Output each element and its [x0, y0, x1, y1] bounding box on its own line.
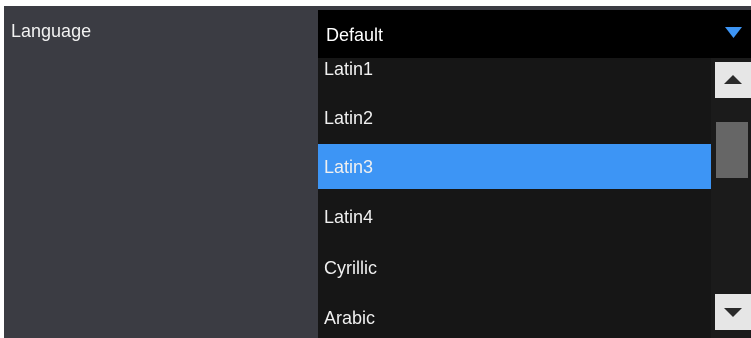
language-option-cyrillic[interactable]: Cyrillic [318, 245, 711, 290]
language-option-arabic[interactable]: Arabic [318, 295, 711, 338]
language-option-latin2[interactable]: Latin2 [318, 95, 711, 140]
language-dropdown-list[interactable]: Latin1 Latin2 Latin3 Latin4 Cyrillic Ara… [318, 58, 711, 338]
language-select-value: Default [326, 25, 384, 45]
language-label: Language [11, 21, 92, 41]
scroll-up-icon [724, 75, 742, 84]
scroll-down-button[interactable] [715, 294, 751, 330]
language-option-latin3[interactable]: Latin3 [318, 144, 711, 189]
dropdown-scrollbar[interactable] [711, 58, 751, 338]
option-label: Latin4 [324, 207, 374, 227]
chevron-down-icon[interactable] [716, 14, 751, 52]
option-label: Latin2 [324, 108, 374, 128]
language-select[interactable]: Default [318, 10, 751, 58]
scroll-up-button[interactable] [715, 62, 751, 98]
option-label: Cyrillic [324, 258, 377, 278]
language-option-latin1[interactable]: Latin1 [318, 58, 711, 91]
option-label: Latin3 [324, 157, 374, 177]
scroll-down-icon [724, 308, 742, 317]
settings-panel: Language Default Latin1 Latin2 Latin3 La… [4, 6, 751, 338]
scroll-thumb[interactable] [716, 122, 748, 178]
language-option-latin4[interactable]: Latin4 [318, 194, 711, 239]
option-label: Latin1 [324, 59, 374, 79]
option-label: Arabic [324, 308, 376, 328]
